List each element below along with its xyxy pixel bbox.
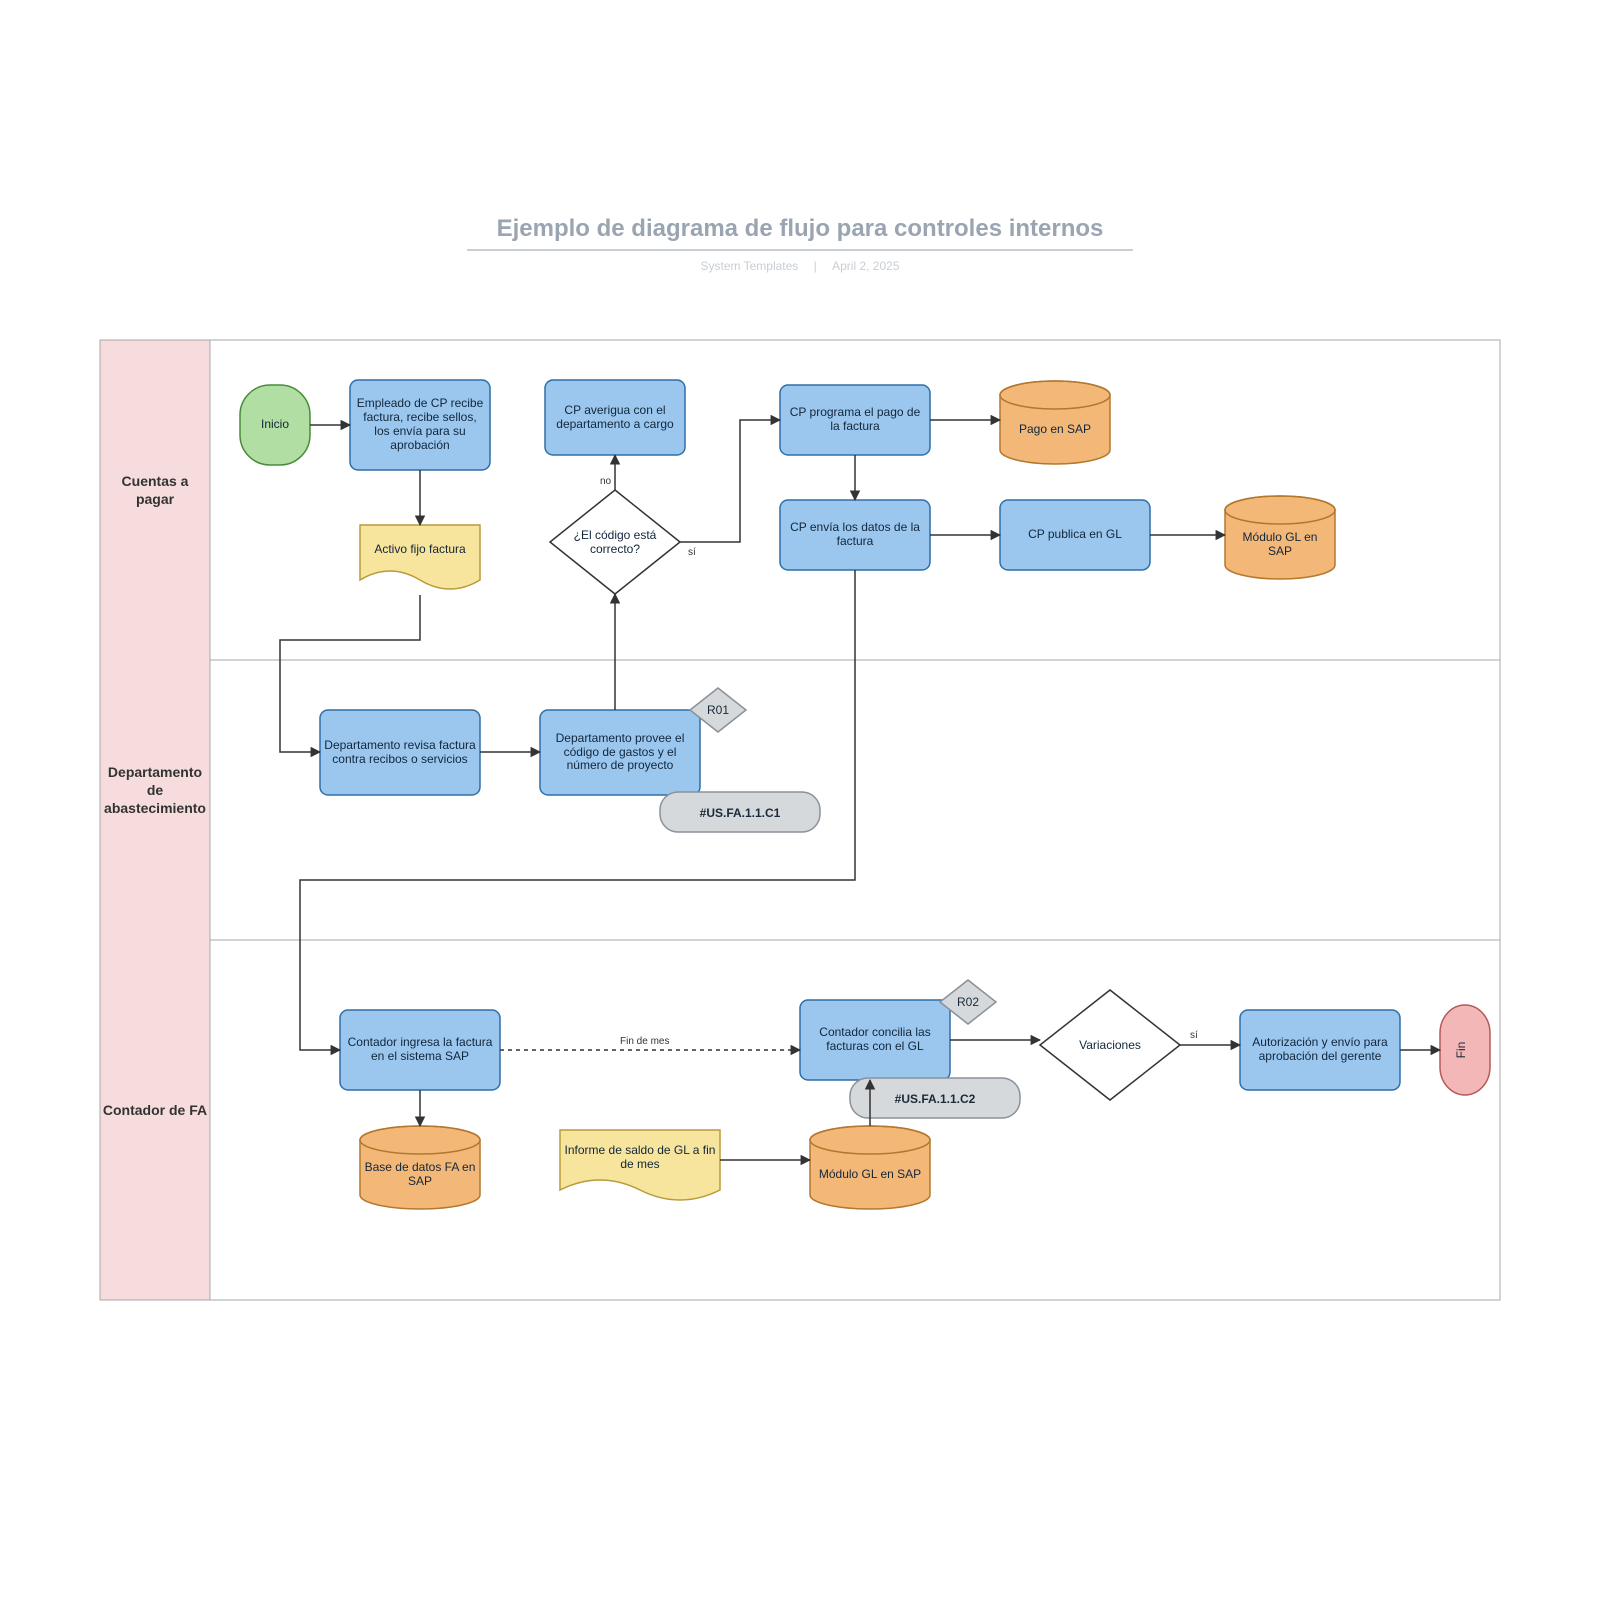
svg-text:sí: sí [1190, 1030, 1198, 1041]
process-enter-invoice-sap: Contador ingresa la factura en el sistem… [340, 1010, 500, 1090]
datastore-gl-module-2: Módulo GL en SAP [810, 1126, 930, 1209]
process-inquire-dept: CP averigua con el departamento a cargo [545, 380, 685, 455]
process-post-gl: CP publica en GL [1000, 500, 1150, 570]
process-dept-review: Departamento revisa factura contra recib… [320, 710, 480, 795]
start-terminator: Inicio [240, 385, 310, 465]
end-terminator: Fin [1440, 1005, 1490, 1095]
process-manager-approval: Autorización y envío para aprobación del… [1240, 1010, 1400, 1090]
control-c2: #US.FA.1.1.C2 [850, 1078, 1020, 1118]
control-c1: #US.FA.1.1.C1 [660, 792, 820, 832]
process-send-invoice-data: CP envía los datos de la factura [780, 500, 930, 570]
svg-text:R02: R02 [957, 995, 979, 1009]
svg-text:#US.FA.1.1.C2: #US.FA.1.1.C2 [895, 1092, 976, 1106]
process-schedule-payment: CP programa el pago de la factura [780, 385, 930, 455]
process-dept-provide-code: Departamento provee el código de gastos … [540, 710, 700, 795]
svg-text:Fin de mes: Fin de mes [620, 1036, 669, 1047]
svg-text:no: no [600, 476, 612, 487]
svg-text:Fin: Fin [1454, 1042, 1468, 1059]
svg-text:R01: R01 [707, 703, 729, 717]
datastore-payment-sap: Pago en SAP [1000, 381, 1110, 464]
svg-text:sí: sí [688, 547, 696, 558]
process-receive-invoice: Empleado de CP recibe factura, recibe se… [350, 380, 490, 470]
flow-diagram: Cuentas apagar Departamentodeabastecimie… [0, 0, 1600, 1600]
lane-label-fa: Contador de FA [103, 1102, 207, 1118]
process-reconcile-gl: Contador concilia las facturas con el GL [800, 1000, 950, 1080]
datastore-gl-module-1: Módulo GL en SAP [1225, 496, 1335, 579]
svg-text:#US.FA.1.1.C1: #US.FA.1.1.C1 [700, 806, 781, 820]
datastore-fa-sap: Base de datos FA en SAP [360, 1126, 480, 1209]
